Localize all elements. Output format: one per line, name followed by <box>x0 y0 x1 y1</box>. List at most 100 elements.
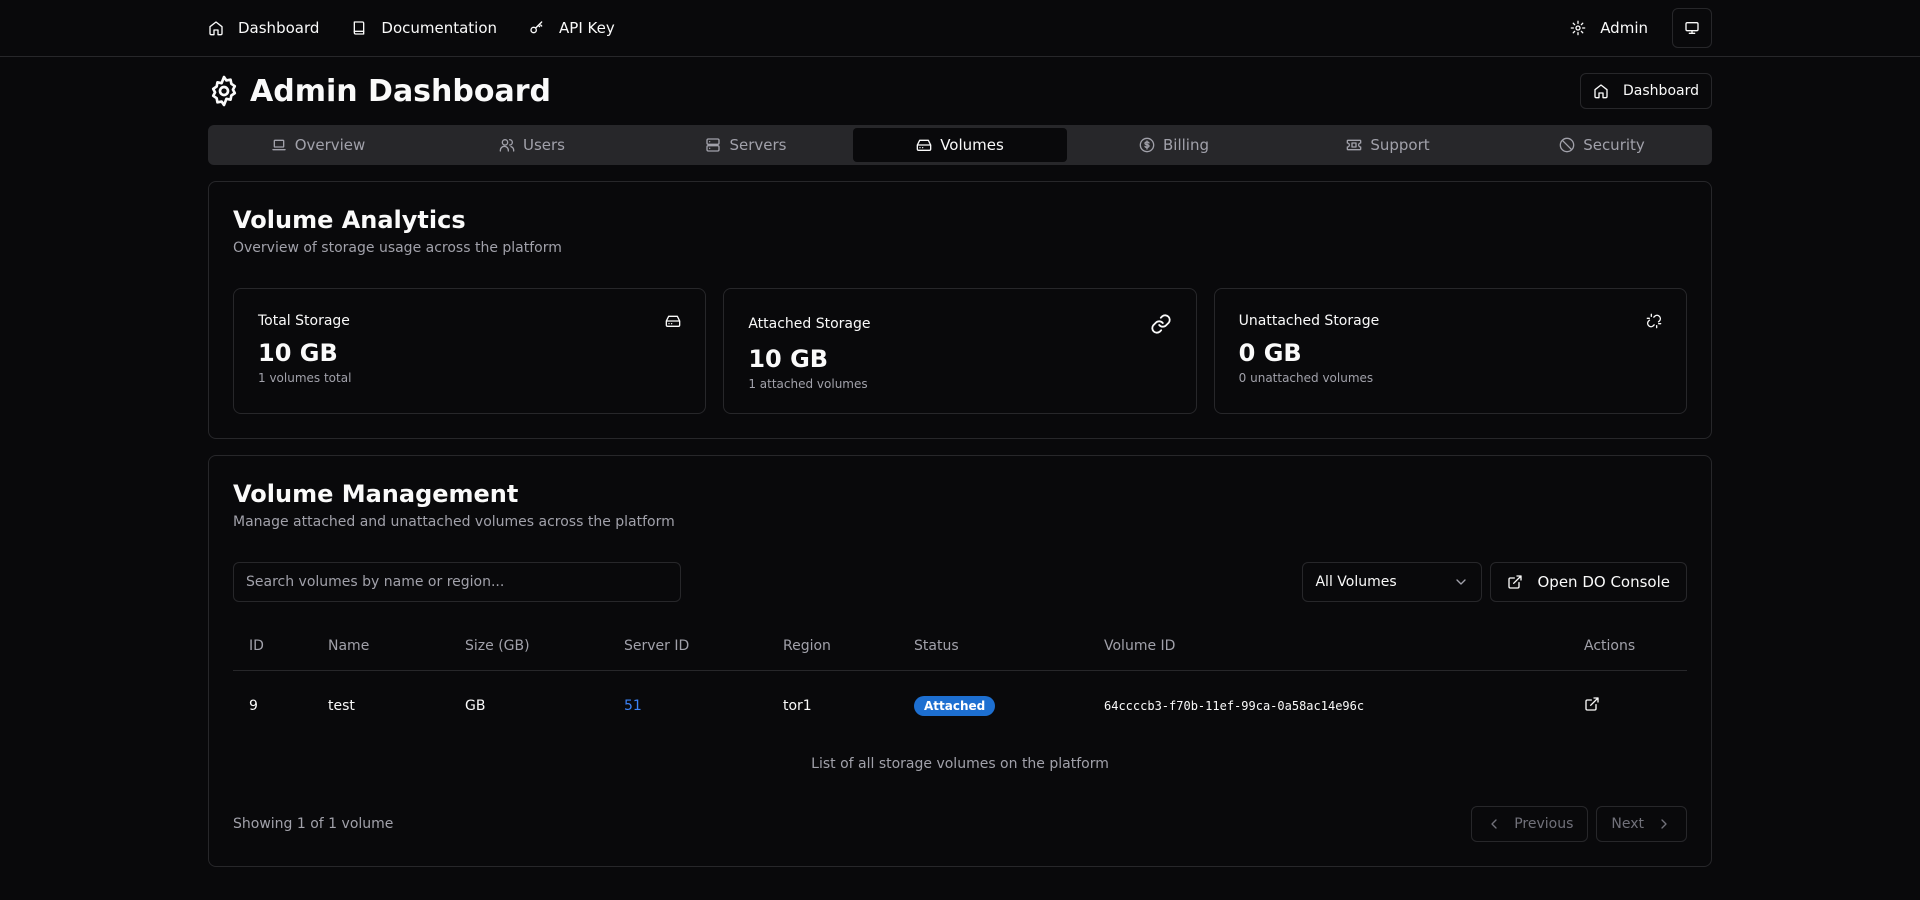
hard-drive-icon <box>665 315 681 327</box>
chevron-down-icon <box>1456 579 1467 585</box>
stat-total-storage: Total Storage 10 GB 1 volumes total <box>233 288 707 414</box>
top-nav: Dashboard Documentation API Key <box>208 19 615 37</box>
admin-link[interactable]: Admin <box>1570 19 1656 37</box>
tab-security[interactable]: Security <box>1495 128 1709 162</box>
admin-label: Admin <box>1600 19 1648 37</box>
top-navbar: Dashboard Documentation API Key Admin <box>0 0 1920 57</box>
key-icon <box>530 21 543 34</box>
laptop-icon <box>272 139 286 151</box>
theme-toggle-button[interactable] <box>1672 8 1712 48</box>
stat-value: 0 GB <box>1238 339 1302 367</box>
column-header: ID <box>233 622 312 671</box>
table-row: 9 test GB 51 tor1 Attached 64ccccb3-f70b… <box>233 670 1687 742</box>
volume-filter-value: All Volumes <box>1315 574 1397 590</box>
column-header: Name <box>312 622 449 671</box>
stat-label: Attached Storage <box>748 316 871 332</box>
cell-volume-id: 64ccccb3-f70b-11ef-99ca-0a58ac14e96c <box>1104 699 1365 714</box>
management-toolbar: All Volumes Open DO Console <box>233 562 1687 602</box>
nav-documentation-link[interactable]: Documentation <box>351 19 497 37</box>
unlink-icon <box>1646 313 1662 329</box>
search-input[interactable] <box>233 562 681 602</box>
admin-tabs: Overview Users Servers Volumes Billing S… <box>208 125 1712 165</box>
management-description: Manage attached and unattached volumes a… <box>233 514 675 530</box>
column-header: Status <box>898 622 1088 671</box>
stat-attached-storage: Attached Storage 10 GB 1 attached volume… <box>723 288 1197 414</box>
page-title-text: Admin Dashboard <box>250 73 551 109</box>
dollar-circle-icon <box>1139 137 1155 153</box>
users-icon <box>499 139 515 152</box>
column-header: Volume ID <box>1088 622 1568 671</box>
nav-api-key-label: API Key <box>559 19 615 37</box>
cell-region: tor1 <box>783 698 812 715</box>
tab-security-label: Security <box>1583 136 1645 154</box>
volume-analytics-card: Volume Analytics Overview of storage usa… <box>208 181 1712 439</box>
top-right-controls: Admin <box>1570 8 1712 48</box>
tab-support-label: Support <box>1370 136 1430 154</box>
stat-value: 10 GB <box>748 345 829 373</box>
server-id-link[interactable]: 51 <box>624 698 642 714</box>
open-do-console-button[interactable]: Open DO Console <box>1490 562 1687 602</box>
volume-filter-select[interactable]: All Volumes <box>1302 562 1483 602</box>
tab-servers-label: Servers <box>729 136 787 154</box>
pagination: Showing 1 of 1 volume Previous Next <box>233 806 1687 842</box>
dashboard-button[interactable]: Dashboard <box>1580 73 1712 109</box>
stat-sub: 1 volumes total <box>258 371 352 385</box>
chevron-left-icon <box>1491 819 1497 829</box>
tab-support[interactable]: Support <box>1281 128 1495 162</box>
tab-billing-label: Billing <box>1163 136 1209 154</box>
page-title: Admin Dashboard <box>208 74 551 109</box>
stat-sub: 0 unattached volumes <box>1238 371 1374 385</box>
cell-id: 9 <box>249 698 258 715</box>
column-header: Size (GB) <box>449 622 608 671</box>
tab-servers[interactable]: Servers <box>639 128 853 162</box>
stat-sub: 1 attached volumes <box>748 377 868 391</box>
nav-dashboard-link[interactable]: Dashboard <box>208 19 319 37</box>
column-header: Region <box>767 622 898 671</box>
previous-label: Previous <box>1514 816 1574 832</box>
column-header: Actions <box>1568 622 1687 671</box>
analytics-description: Overview of storage usage across the pla… <box>233 240 562 256</box>
tab-users-label: Users <box>522 136 565 154</box>
stat-label: Total Storage <box>258 313 350 329</box>
nav-documentation-label: Documentation <box>381 19 498 37</box>
next-button[interactable]: Next <box>1596 806 1687 842</box>
home-icon <box>1594 84 1608 99</box>
status-badge: Attached <box>914 696 996 717</box>
stat-unattached-storage: Unattached Storage 0 GB 0 unattached vol… <box>1213 288 1687 414</box>
tab-billing[interactable]: Billing <box>1067 128 1281 162</box>
tab-overview[interactable]: Overview <box>211 128 425 162</box>
nav-dashboard-label: Dashboard <box>238 19 320 37</box>
cell-size: GB <box>465 698 486 715</box>
main-container: Admin Dashboard Dashboard Overview Users… <box>208 57 1712 867</box>
pagination-info: Showing 1 of 1 volume <box>233 816 394 832</box>
external-link-icon <box>1508 575 1523 589</box>
stat-value: 10 GB <box>258 339 338 367</box>
next-label: Next <box>1611 816 1644 832</box>
column-header: Server ID <box>608 622 767 671</box>
management-title: Volume Management <box>233 480 519 508</box>
volume-management-card: Volume Management Manage attached and un… <box>208 455 1712 867</box>
gear-icon <box>1570 20 1586 36</box>
tab-overview-label: Overview <box>294 136 366 154</box>
chevron-right-icon <box>1661 819 1667 829</box>
dashboard-button-label: Dashboard <box>1623 83 1699 99</box>
tab-volumes[interactable]: Volumes <box>853 128 1067 162</box>
table-caption: List of all storage volumes on the platf… <box>811 756 1109 772</box>
gear-icon <box>211 75 237 107</box>
table-header-row: ID Name Size (GB) Server ID Region Statu… <box>233 622 1687 671</box>
pagination-buttons: Previous Next <box>1471 806 1687 842</box>
link-icon <box>1151 314 1171 334</box>
tab-users[interactable]: Users <box>425 128 639 162</box>
previous-button[interactable]: Previous <box>1471 806 1589 842</box>
open-do-console-label: Open DO Console <box>1537 573 1670 591</box>
nav-api-key-link[interactable]: API Key <box>529 19 615 37</box>
ban-icon <box>1559 137 1575 153</box>
book-icon <box>354 21 365 35</box>
page-header: Admin Dashboard Dashboard <box>208 57 1712 125</box>
cell-name: test <box>328 698 355 715</box>
stats-row: Total Storage 10 GB 1 volumes total Atta… <box>233 288 1687 414</box>
row-action-button[interactable] <box>1584 696 1600 712</box>
monitor-icon <box>1685 21 1699 34</box>
hard-drive-icon <box>916 139 932 151</box>
analytics-title: Volume Analytics <box>233 206 466 234</box>
